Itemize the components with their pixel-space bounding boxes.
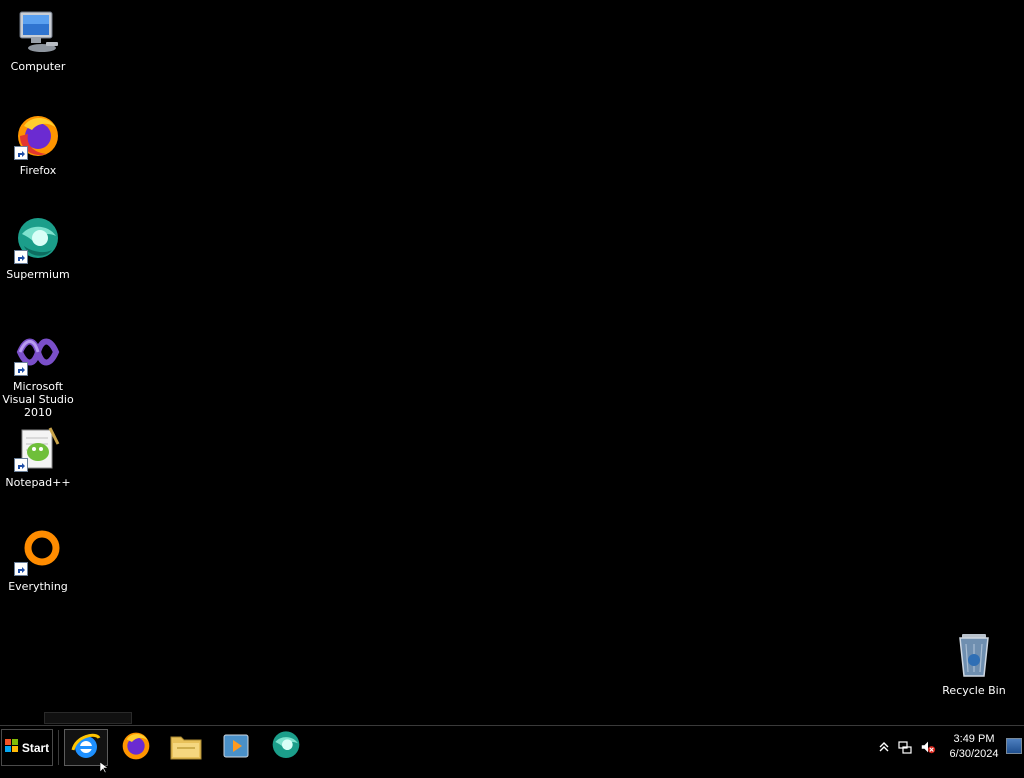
visual-studio-icon <box>14 328 62 376</box>
media-player-icon <box>221 731 251 765</box>
shortcut-arrow-icon <box>14 562 28 576</box>
supermium-icon <box>14 216 62 264</box>
shortcut-arrow-icon <box>14 362 28 376</box>
firefox-icon <box>14 112 62 160</box>
computer-icon <box>14 8 62 56</box>
system-clock[interactable]: 3:49 PM 6/30/2024 <box>943 732 1005 762</box>
desktop-icon-label: Microsoft Visual Studio 2010 <box>2 380 74 419</box>
supermium-icon <box>270 730 302 766</box>
desktop-icon-computer[interactable]: Computer <box>0 8 78 73</box>
taskbar-app-media-player[interactable] <box>214 729 258 766</box>
notepad-plus-plus-icon <box>14 424 62 472</box>
desktop-icon-notepad-plus-plus[interactable]: Notepad++ <box>0 424 78 489</box>
desktop-icon-label: Supermium <box>6 268 70 281</box>
start-label: Start <box>21 740 50 755</box>
desktop-icon-label: Firefox <box>19 164 57 177</box>
taskbar-app-firefox[interactable] <box>114 729 158 766</box>
desktop-icon-firefox[interactable]: Firefox <box>0 112 78 177</box>
volume-muted-icon[interactable] <box>920 739 936 755</box>
taskbar: Start 3:49 PM 6/30/2024 <box>0 725 1024 768</box>
taskbar-separator <box>58 730 59 765</box>
shortcut-arrow-icon <box>14 250 28 264</box>
network-icon[interactable] <box>897 739 913 755</box>
show-hidden-icons-chevron-icon[interactable] <box>876 739 892 755</box>
start-button[interactable]: Start <box>1 729 53 766</box>
ie-icon <box>70 730 102 766</box>
desktop-icon-label: Everything <box>8 580 68 593</box>
desktop-icon-recycle-bin[interactable]: Recycle Bin <box>934 632 1014 697</box>
desktop-icon-label: Recycle Bin <box>942 684 1006 697</box>
shortcut-arrow-icon <box>14 146 28 160</box>
desktop-icon-label: Notepad++ <box>5 476 71 489</box>
desktop-icon-visual-studio[interactable]: Microsoft Visual Studio 2010 <box>0 328 78 419</box>
folder-icon <box>169 731 203 765</box>
tooltip <box>44 712 132 724</box>
clock-date: 6/30/2024 <box>949 748 999 760</box>
mouse-cursor-icon <box>99 759 110 774</box>
taskbar-app-file-explorer[interactable] <box>164 729 208 766</box>
show-desktop-button[interactable] <box>1006 738 1022 754</box>
clock-time: 3:49 PM <box>953 733 995 745</box>
desktop-icon-supermium[interactable]: Supermium <box>0 216 78 281</box>
windows-logo-icon <box>4 739 19 756</box>
desktop-icon-everything[interactable]: Everything <box>0 528 78 593</box>
firefox-icon <box>120 730 152 766</box>
recycle-bin-icon <box>950 632 998 680</box>
desktop-icon-label: Computer <box>10 60 66 73</box>
shortcut-arrow-icon <box>14 458 28 472</box>
everything-icon <box>14 528 62 576</box>
taskbar-app-supermium[interactable] <box>264 729 308 766</box>
desktop: Computer Firefox Supermium Microsoft Vis… <box>0 0 1024 725</box>
